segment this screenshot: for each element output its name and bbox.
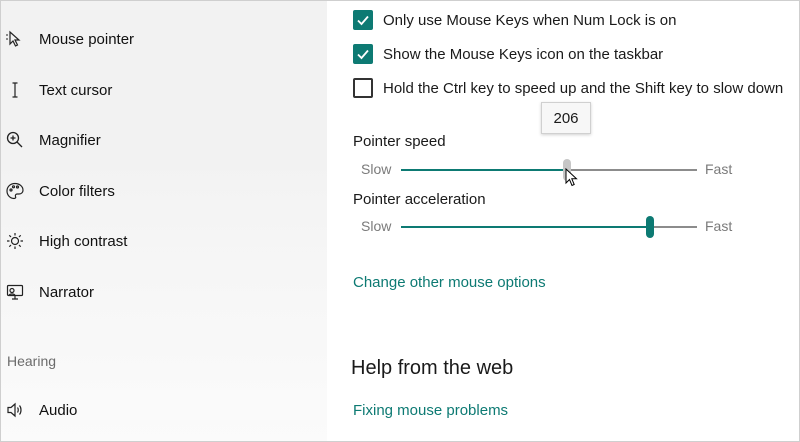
mouse-cursor-icon	[565, 168, 578, 187]
pointer-speed-slider[interactable]: Slow Fast	[353, 158, 733, 187]
fixing-mouse-problems-link[interactable]: Fixing mouse problems	[353, 402, 508, 419]
settings-window: Mouse pointer Text cursor Magnifier Colo…	[0, 0, 800, 442]
contrast-sun-icon	[5, 231, 25, 251]
sidebar-item-label: Narrator	[39, 283, 95, 301]
checkbox-label: Hold the Ctrl key to speed up and the Sh…	[383, 79, 784, 97]
checkbox-label: Only use Mouse Keys when Num Lock is on	[383, 11, 677, 29]
mouse-pointer-icon	[5, 29, 25, 49]
sidebar-item-mouse-pointer[interactable]: Mouse pointer	[1, 19, 327, 59]
slider-value-tooltip: 206	[541, 102, 591, 134]
sidebar-item-label: Text cursor	[39, 81, 113, 99]
fast-label: Fast	[705, 218, 733, 234]
hearing-section-label: Hearing	[7, 353, 57, 369]
sidebar-item-magnifier[interactable]: Magnifier	[1, 120, 327, 160]
sidebar-item-text-cursor[interactable]: Text cursor	[1, 70, 327, 110]
sidebar-item-label: Audio	[39, 401, 78, 419]
sidebar-item-color-filters[interactable]: Color filters	[1, 171, 327, 211]
slider-fill	[401, 169, 567, 171]
palette-icon	[5, 181, 25, 201]
speaker-icon	[5, 400, 25, 420]
sidebar-item-label: Magnifier	[39, 131, 101, 149]
checkmark-icon	[357, 15, 369, 26]
sidebar-item-high-contrast[interactable]: High contrast	[1, 221, 327, 261]
sidebar-item-label: Mouse pointer	[39, 30, 135, 48]
text-cursor-icon	[5, 80, 25, 100]
ctrl-shift-checkbox-row[interactable]: Hold the Ctrl key to speed up and the Sh…	[353, 76, 783, 100]
checkmark-icon	[357, 49, 369, 60]
slider-fill	[401, 226, 650, 228]
slider-thumb[interactable]	[645, 216, 654, 238]
slow-label: Slow	[361, 161, 392, 177]
sidebar-item-narrator[interactable]: Narrator	[1, 272, 327, 312]
checkbox-label: Show the Mouse Keys icon on the taskbar	[383, 45, 664, 63]
pointer-acceleration-label: Pointer acceleration	[353, 191, 486, 208]
ctrl-shift-checkbox[interactable]	[353, 78, 373, 98]
sidebar-item-label: High contrast	[39, 232, 128, 250]
magnifier-icon	[5, 130, 25, 150]
sidebar-item-label: Color filters	[39, 182, 115, 200]
pointer-acceleration-slider[interactable]: Slow Fast	[353, 215, 733, 239]
fast-label: Fast	[705, 161, 733, 177]
narrator-icon	[5, 282, 25, 302]
num-lock-checkbox[interactable]	[353, 10, 373, 30]
mouse-keys-settings: Only use Mouse Keys when Num Lock is on …	[327, 1, 799, 441]
sidebar: Mouse pointer Text cursor Magnifier Colo…	[1, 1, 327, 441]
pointer-speed-label: Pointer speed	[353, 133, 446, 150]
taskbar-icon-checkbox[interactable]	[353, 44, 373, 64]
sidebar-item-audio[interactable]: Audio	[1, 390, 327, 430]
num-lock-checkbox-row[interactable]: Only use Mouse Keys when Num Lock is on	[353, 8, 676, 32]
change-mouse-options-link[interactable]: Change other mouse options	[353, 274, 546, 291]
slider-track[interactable]	[401, 169, 697, 171]
slow-label: Slow	[361, 218, 392, 234]
taskbar-icon-checkbox-row[interactable]: Show the Mouse Keys icon on the taskbar	[353, 42, 663, 66]
help-section-title: Help from the web	[351, 357, 514, 379]
